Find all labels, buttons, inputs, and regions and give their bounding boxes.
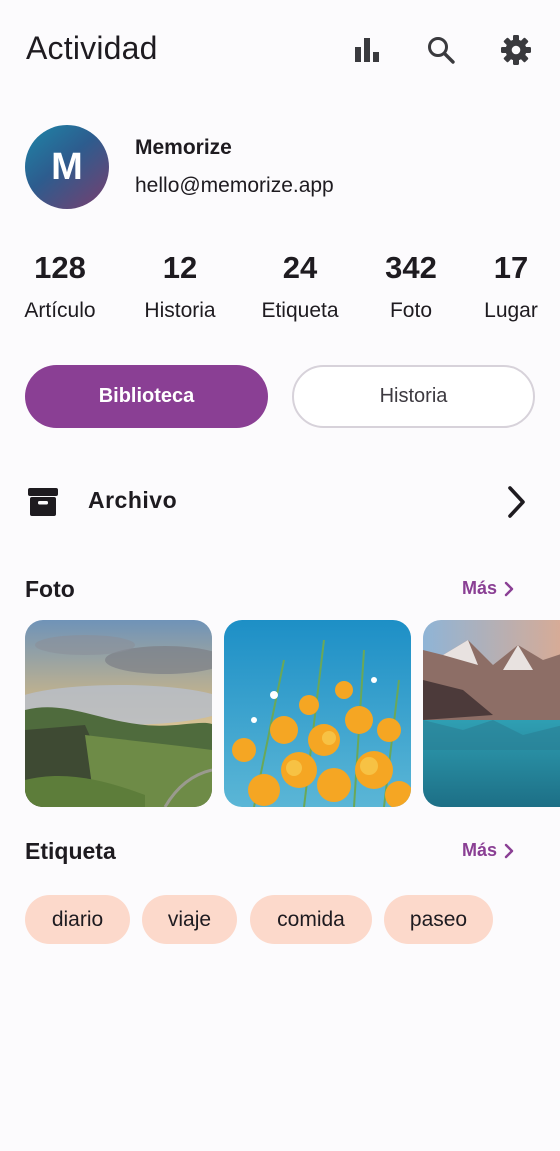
tag-chip[interactable]: paseo bbox=[384, 895, 493, 944]
chevron-right-icon bbox=[504, 843, 514, 858]
stat-label: Etiqueta bbox=[261, 299, 339, 322]
search-icon[interactable] bbox=[421, 30, 461, 70]
tab-history[interactable]: Historia bbox=[292, 365, 535, 428]
segmented-tabs: Biblioteca Historia bbox=[25, 365, 535, 428]
photo-thumbnail[interactable] bbox=[224, 620, 411, 807]
tags-section-title: Etiqueta bbox=[25, 838, 116, 864]
tag-chip[interactable]: diario bbox=[25, 895, 130, 944]
stat-value: 12 bbox=[162, 250, 198, 285]
stat-value: 24 bbox=[282, 250, 318, 285]
archive-box-icon bbox=[26, 485, 60, 519]
avatar-letter: M bbox=[51, 145, 83, 188]
tab-library[interactable]: Biblioteca bbox=[25, 365, 268, 428]
stats-row: 128 Artículo 12 Historia 24 Etiqueta 342… bbox=[0, 248, 560, 338]
chevron-right-icon bbox=[504, 581, 514, 596]
archive-row[interactable]: Archivo bbox=[0, 465, 560, 537]
profile-email: hello@memorize.app bbox=[135, 174, 334, 197]
stat-label: Historia bbox=[144, 299, 216, 322]
stat-stories[interactable]: 12 Historia bbox=[120, 248, 240, 323]
more-label: Más bbox=[462, 840, 498, 860]
bar-chart-icon[interactable] bbox=[347, 30, 387, 70]
stat-tags[interactable]: 24 Etiqueta bbox=[240, 248, 360, 323]
photos-section-title: Foto bbox=[25, 576, 75, 602]
photo-carousel[interactable] bbox=[25, 620, 560, 807]
tag-chip[interactable]: comida bbox=[250, 895, 372, 944]
photos-more-link[interactable]: Más bbox=[462, 578, 515, 599]
tag-chips: diario viaje comida paseo bbox=[25, 895, 545, 945]
tag-chip[interactable]: viaje bbox=[142, 895, 237, 944]
more-label: Más bbox=[462, 578, 498, 598]
photo-thumbnail[interactable] bbox=[25, 620, 212, 807]
profile-name: Memorize bbox=[135, 136, 232, 159]
archive-label: Archivo bbox=[88, 487, 178, 513]
profile-header: M Memorize hello@memorize.app bbox=[0, 120, 560, 220]
settings-gear-icon[interactable] bbox=[496, 30, 536, 70]
stat-label: Lugar bbox=[484, 299, 538, 322]
chevron-right-icon bbox=[500, 483, 534, 521]
photo-thumbnail[interactable] bbox=[423, 620, 560, 807]
stat-articles[interactable]: 128 Artículo bbox=[0, 248, 120, 323]
app-bar: Actividad bbox=[0, 0, 560, 100]
stat-value: 17 bbox=[493, 250, 529, 285]
tags-more-link[interactable]: Más bbox=[462, 840, 515, 861]
stat-places[interactable]: 17 Lugar bbox=[451, 248, 560, 323]
stat-label: Artículo bbox=[24, 299, 96, 322]
stat-value: 128 bbox=[34, 250, 86, 285]
page-title: Actividad bbox=[26, 30, 158, 66]
avatar[interactable]: M bbox=[25, 125, 109, 209]
